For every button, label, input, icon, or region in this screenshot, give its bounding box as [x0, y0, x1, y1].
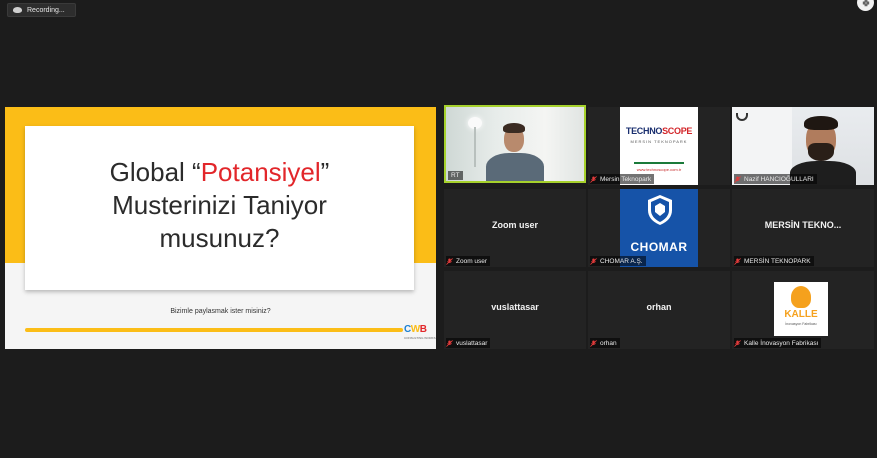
technoscope-bar: [634, 162, 684, 164]
participant-name-label: orhan: [590, 338, 620, 348]
technoscope-logo-title: TECHNOSCOPE: [620, 126, 698, 136]
mic-off-icon: [734, 257, 741, 265]
technoscope-url: www.technoscope.com.tr: [636, 167, 682, 172]
zoom-meeting-window: Recording... Global “Potansiyel” Musteri…: [0, 0, 877, 458]
lamp-pole: [474, 127, 476, 167]
kalle-logo-text: KALLE: [784, 309, 818, 320]
shared-screen-slide: Global “Potansiyel” Musterinizi Taniyor …: [5, 107, 436, 349]
slide-title-suffix: ”: [320, 157, 330, 187]
recording-indicator[interactable]: Recording...: [7, 3, 76, 17]
video-feed: [446, 107, 584, 181]
technoscope-logo-title-b: SCOPE: [662, 126, 693, 136]
person-hair: [503, 123, 525, 133]
mic-off-icon: [590, 257, 597, 265]
slide-title: Global “Potansiyel” Musterinizi Taniyor …: [25, 156, 414, 255]
participant-name-label: Zoom user: [446, 256, 491, 266]
participant-name-label: Kalle İnovasyon Fabrikası: [734, 338, 822, 348]
exit-fullscreen-button[interactable]: [857, 0, 874, 11]
slide-subtitle: Bizimle paylasmak ister misiniz?: [170, 308, 271, 315]
participant-name-label: CHOMAR A.Ş.: [590, 256, 646, 266]
mic-off-icon: [590, 175, 597, 183]
cwb-logo-c: C: [404, 324, 411, 335]
kalle-bird-icon: [791, 286, 811, 308]
participant-display-name: Zoom user: [491, 220, 538, 230]
participant-display-name: MERSİN TEKNO...: [764, 220, 842, 230]
slide-divider: [25, 328, 403, 332]
chomar-logo-text: CHOMAR: [630, 240, 688, 254]
participant-tile-mersin-teknopark[interactable]: MERSİN TEKNO... MERSİN TEKNOPARK: [732, 189, 874, 267]
slide-title-line3: musunuz?: [159, 223, 280, 253]
participant-tile-kalle[interactable]: KALLE İnovasyon Fabrikası Kalle İnovasyo…: [732, 271, 874, 349]
exit-fullscreen-icon: [862, 0, 869, 6]
kalle-logo-sub: İnovasyon Fabrikası: [785, 322, 817, 326]
slide-title-card: Global “Potansiyel” Musterinizi Taniyor …: [25, 126, 414, 290]
participant-name: Mersin Teknopark: [600, 175, 652, 183]
slide-title-line2: Musterinizi Taniyor: [112, 190, 327, 220]
participant-name: orhan: [600, 339, 617, 347]
participant-name-label: MERSİN TEKNOPARK: [734, 256, 814, 266]
technoscope-logo-sub: MERSIN TEKNOPARK: [630, 139, 688, 144]
recording-label: Recording...: [27, 6, 65, 14]
cwb-logo: CWB: [404, 324, 427, 335]
participant-name: Kalle İnovasyon Fabrikası: [744, 339, 819, 347]
mic-off-icon: [590, 339, 597, 347]
participant-tile-vuslattasar[interactable]: vuslattasar vuslattasar: [444, 271, 586, 349]
mic-off-icon: [734, 339, 741, 347]
participant-tile-chomar[interactable]: CHOMAR CHOMAR A.Ş.: [588, 189, 730, 267]
participant-tile-orhan[interactable]: orhan orhan: [588, 271, 730, 349]
participant-name-label: Nazif HANCIOĞULLARI: [734, 174, 817, 184]
participant-tile-zoom-user[interactable]: Zoom user Zoom user: [444, 189, 586, 267]
slide-title-highlight: Potansiyel: [200, 157, 321, 187]
person-beard: [808, 143, 834, 161]
cwb-logo-b: B: [419, 324, 427, 335]
participant-name-label: vuslattasar: [446, 338, 491, 348]
participant-tile-nazif[interactable]: Nazif HANCIOĞULLARI: [732, 107, 874, 185]
mic-off-icon: [446, 257, 453, 265]
cloud-record-icon: [13, 7, 22, 13]
participant-name: vuslattasar: [456, 339, 488, 347]
participant-name-label: RT: [448, 171, 463, 180]
participant-name: Zoom user: [456, 257, 488, 265]
chomar-shield-icon: [648, 195, 672, 225]
slide-title-prefix: Global “: [109, 157, 201, 187]
participant-tile-rt[interactable]: RT: [444, 105, 586, 183]
mic-off-icon: [734, 175, 741, 183]
technoscope-logo-title-a: TECHNO: [625, 126, 663, 136]
person-body: [486, 153, 544, 181]
person-hair: [804, 116, 838, 130]
cwb-logo-w: W: [410, 324, 420, 335]
participant-name: CHOMAR A.Ş.: [600, 257, 643, 265]
cwb-logo-tagline: CONSULTING WORKS: [404, 336, 436, 340]
participant-display-name: vuslattasar: [491, 302, 539, 312]
participant-name-label: Mersin Teknopark: [590, 174, 655, 184]
kalle-logo: KALLE İnovasyon Fabrikası: [774, 282, 828, 336]
participant-name: Nazif HANCIOĞULLARI: [744, 175, 814, 183]
participant-display-name: orhan: [646, 302, 672, 312]
mic-off-icon: [446, 339, 453, 347]
participant-tile-mersin-tekno[interactable]: TECHNOSCOPE MERSIN TEKNOPARK www.technos…: [588, 107, 730, 185]
participant-name: MERSİN TEKNOPARK: [744, 257, 811, 265]
